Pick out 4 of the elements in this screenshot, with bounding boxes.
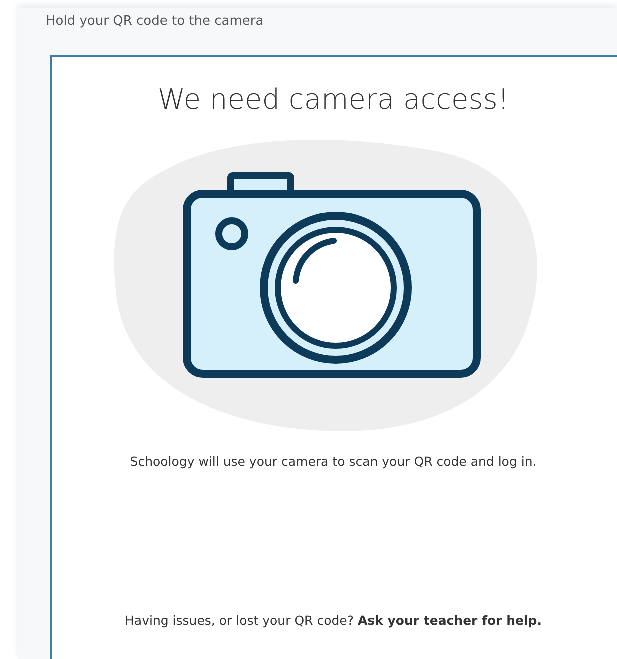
help-text: Having issues, or lost your QR code? Ask your teacher for help. xyxy=(125,612,542,630)
description-text: Schoology will use your camera to scan your QR code and log in. xyxy=(129,453,538,471)
card-title: We need camera access! xyxy=(158,82,510,118)
instruction-text: Hold your QR code to the camera xyxy=(46,13,265,31)
